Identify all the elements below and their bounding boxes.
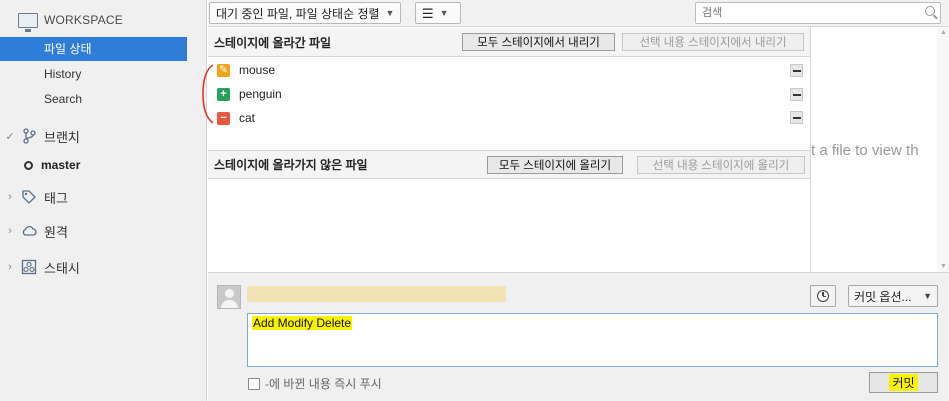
tags-label: 태그 — [44, 190, 68, 206]
author-field — [247, 286, 506, 302]
chevron-right-icon[interactable]: › — [4, 225, 16, 237]
modified-icon: ✎ — [217, 63, 230, 77]
unstage-all-button[interactable]: 모두 스테이지에서 내리기 — [462, 33, 615, 51]
sidebar-group-remotes[interactable]: › 원격 — [0, 219, 207, 243]
push-option[interactable]: -에 바뀐 내용 즉시 푸시 — [248, 375, 382, 392]
workspace-header: WORKSPACE — [18, 10, 123, 32]
unstage-file-button[interactable] — [790, 111, 803, 124]
stage-all-button[interactable]: 모두 스테이지에 올리기 — [487, 156, 623, 174]
preview-placeholder: t a file to view th — [811, 142, 919, 159]
search-icon[interactable] — [925, 6, 935, 16]
stage-selected-button[interactable]: 선택 내용 스테이지에 올리기 — [637, 156, 805, 174]
file-name: penguin — [239, 87, 282, 101]
sidebar-group-stashes[interactable]: › 스태시 — [0, 255, 207, 279]
commit-button[interactable]: 커밋 — [869, 372, 938, 393]
avatar — [217, 285, 241, 309]
preview-scrollbar[interactable]: ▲ ▼ — [937, 27, 949, 272]
unstage-selected-button[interactable]: 선택 내용 스테이지에서 내리기 — [622, 33, 804, 51]
chevron-right-icon[interactable]: › — [4, 261, 16, 273]
scroll-up-icon[interactable]: ▲ — [940, 29, 947, 36]
diff-preview: t a file to view th ▲ ▼ — [810, 27, 949, 272]
chevron-down-icon: ▼ — [923, 291, 932, 301]
view-mode-dropdown[interactable]: ☰ ▼ — [415, 2, 461, 24]
clock-icon — [817, 290, 829, 302]
branch-icon — [20, 128, 38, 144]
scroll-down-icon[interactable]: ▼ — [940, 263, 947, 270]
monitor-icon — [18, 12, 38, 32]
removed-icon: − — [217, 111, 230, 125]
sidebar-group-branches[interactable]: ✓ 브랜치 — [0, 124, 207, 148]
chevron-down-icon[interactable]: ✓ — [4, 130, 16, 143]
commit-options-label: 커밋 옵션... — [854, 289, 912, 304]
sort-label: 대기 중인 파일, 파일 상태순 정렬 — [216, 6, 380, 21]
staged-file-row[interactable]: + penguin — [217, 84, 282, 104]
unstaged-title: 스테이지에 올라가지 않은 파일 — [214, 158, 368, 172]
staged-file-row[interactable]: − cat — [217, 108, 255, 128]
sidebar-item-history[interactable]: History — [0, 62, 187, 86]
remotes-label: 원격 — [44, 224, 68, 240]
chevron-down-icon: ▼ — [385, 8, 395, 18]
staged-header: 스테이지에 올라간 파일 모두 스테이지에서 내리기 선택 내용 스테이지에서 … — [208, 28, 810, 57]
commit-button-label: 커밋 — [889, 374, 918, 391]
tag-icon — [20, 189, 38, 205]
push-checkbox[interactable] — [248, 377, 260, 390]
push-label: -에 바뀐 내용 즉시 푸시 — [265, 377, 382, 391]
sort-dropdown[interactable]: 대기 중인 파일, 파일 상태순 정렬 ▼ — [209, 2, 402, 24]
file-name: cat — [239, 111, 256, 125]
chevron-right-icon[interactable]: › — [4, 191, 16, 203]
toolbar: 대기 중인 파일, 파일 상태순 정렬 ▼ ☰ ▼ — [208, 0, 949, 27]
chevron-down-icon: ▼ — [439, 8, 449, 18]
sidebar-group-tags[interactable]: › 태그 — [0, 185, 207, 209]
list-icon: ☰ — [422, 5, 434, 21]
file-name: mouse — [239, 63, 276, 77]
branches-label: 브랜치 — [44, 129, 80, 145]
commit-area: 커밋 옵션... ▼ Add Modify Delete -에 바뀐 내용 즉시… — [208, 272, 949, 401]
unstage-file-button[interactable] — [790, 88, 803, 101]
stash-icon — [20, 259, 38, 275]
sidebar-item-search[interactable]: Search — [0, 87, 187, 111]
commit-options-dropdown[interactable]: 커밋 옵션... ▼ — [848, 285, 938, 307]
current-branch-icon — [24, 160, 33, 170]
search-input[interactable] — [696, 3, 906, 23]
cloud-icon — [20, 224, 38, 238]
branch-master[interactable]: master — [24, 155, 80, 175]
commit-history-button[interactable] — [810, 285, 836, 307]
commit-message-input[interactable]: Add Modify Delete — [247, 313, 938, 367]
added-icon: + — [217, 87, 230, 101]
staged-file-row[interactable]: ✎ mouse — [217, 60, 275, 80]
stashes-label: 스태시 — [44, 260, 80, 276]
search-box[interactable] — [695, 2, 941, 24]
sidebar: WORKSPACE 파일 상태 History Search ✓ 브랜치 mas… — [0, 0, 207, 401]
unstage-file-button[interactable] — [790, 64, 803, 77]
staged-title: 스테이지에 올라간 파일 — [214, 35, 332, 50]
unstaged-header: 스테이지에 올라가지 않은 파일 모두 스테이지에 올리기 선택 내용 스테이지… — [208, 150, 810, 179]
commit-message-text: Add Modify Delete — [252, 316, 353, 330]
branch-name: master — [41, 158, 81, 172]
sidebar-item-file-status[interactable]: 파일 상태 — [0, 37, 187, 61]
workspace-label: WORKSPACE — [44, 13, 123, 27]
annotation-bracket — [202, 64, 214, 124]
